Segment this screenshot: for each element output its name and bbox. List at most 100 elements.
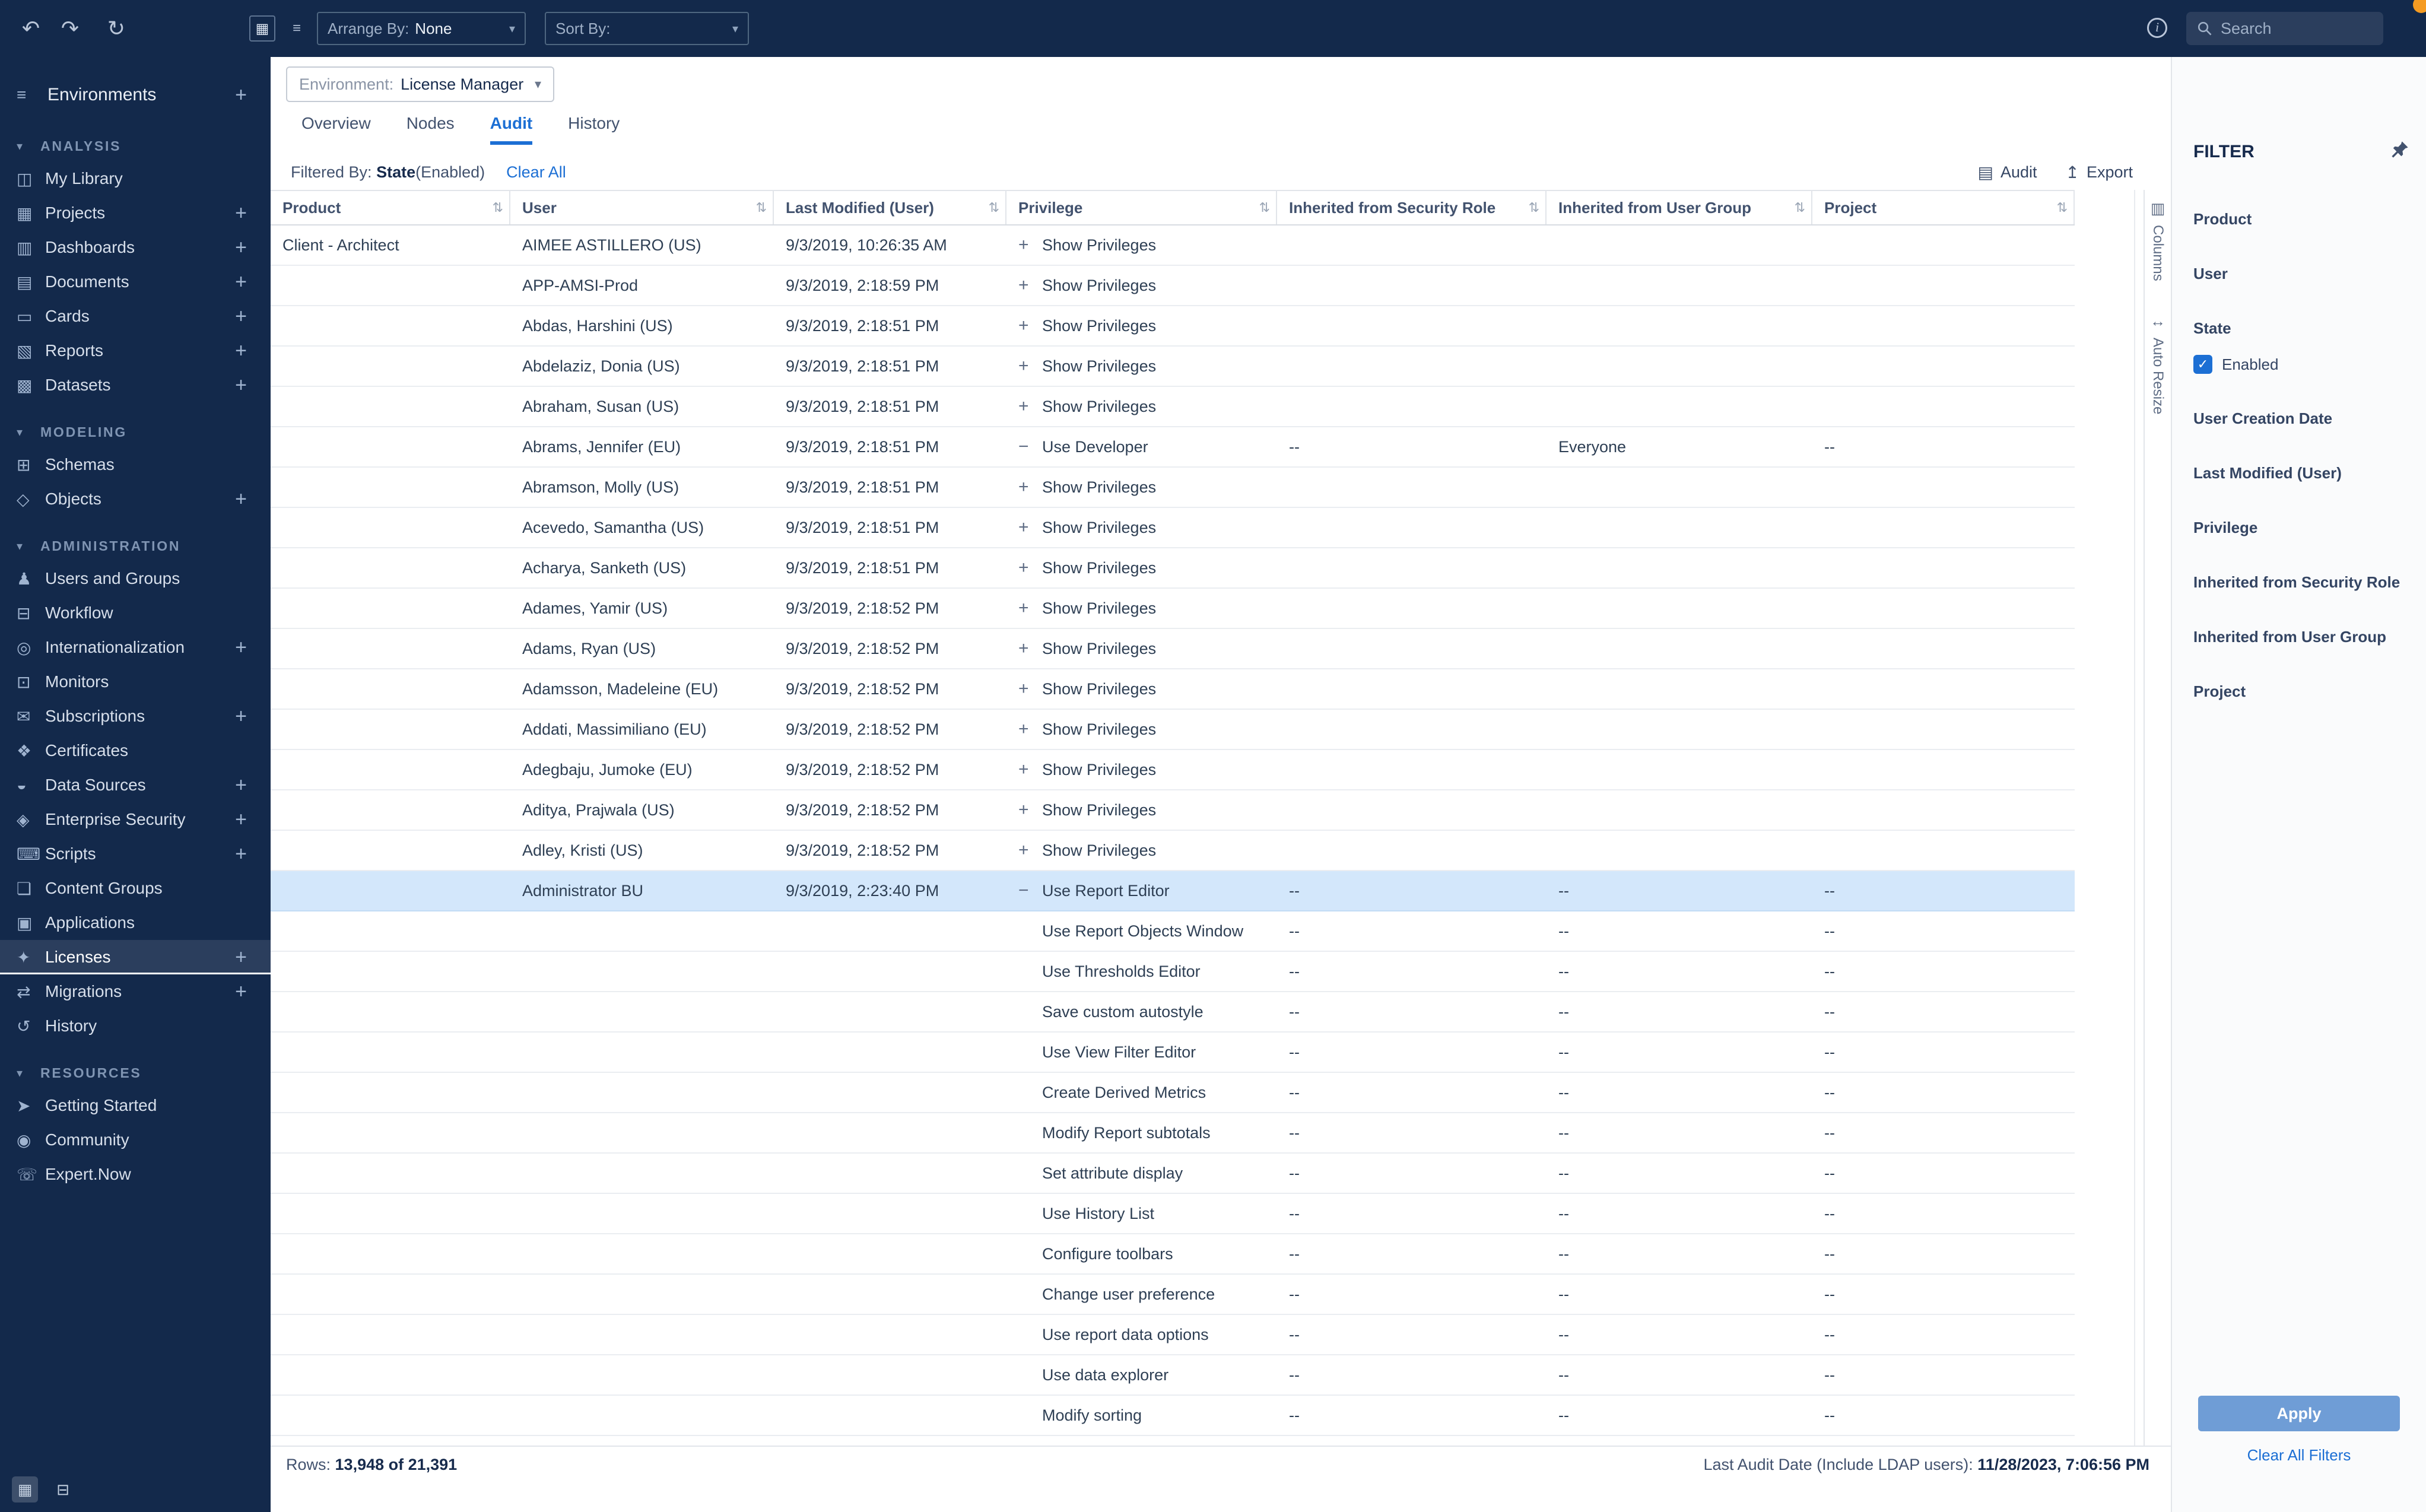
panel-toggle-columns[interactable]: ▥Columns: [2149, 199, 2166, 281]
sidebar-item-migrations[interactable]: ⇄Migrations+: [0, 974, 271, 1009]
column-header-inherited-from-security-role[interactable]: Inherited from Security Role⇅: [1277, 191, 1547, 224]
table-row[interactable]: Adegbaju, Jumoke (EU)9/3/2019, 2:18:52 P…: [271, 750, 2075, 790]
sort-icon[interactable]: ⇅: [1259, 200, 1270, 215]
collapse-icon[interactable]: −: [1018, 871, 1042, 910]
sidebar-item-content-groups[interactable]: ❏Content Groups: [0, 871, 271, 906]
sort-icon[interactable]: ⇅: [493, 200, 503, 215]
export-button[interactable]: ↥Export: [2065, 163, 2133, 182]
table-row[interactable]: Adamsson, Madeleine (EU)9/3/2019, 2:18:5…: [271, 669, 2075, 710]
expand-icon[interactable]: +: [1018, 790, 1042, 830]
tab-overview[interactable]: Overview: [301, 114, 371, 145]
expand-icon[interactable]: +: [1018, 831, 1042, 870]
table-row[interactable]: Aditya, Prajwala (US)9/3/2019, 2:18:52 P…: [271, 790, 2075, 831]
sidebar-item-monitors[interactable]: ⊡Monitors: [0, 665, 271, 699]
table-row[interactable]: Change user preference------: [271, 1275, 2075, 1315]
add-data-sources-button[interactable]: +: [230, 774, 252, 797]
table-row[interactable]: Acevedo, Samantha (US)9/3/2019, 2:18:51 …: [271, 508, 2075, 548]
filter-field-project[interactable]: Project: [2193, 681, 2414, 701]
clear-all-link[interactable]: Clear All: [506, 163, 566, 182]
add-scripts-button[interactable]: +: [230, 843, 252, 866]
filter-field-privilege[interactable]: Privilege: [2193, 517, 2414, 538]
add-environment-button[interactable]: +: [230, 84, 252, 107]
add-projects-button[interactable]: +: [230, 202, 252, 225]
expand-icon[interactable]: +: [1018, 266, 1042, 305]
add-dashboards-button[interactable]: +: [230, 236, 252, 259]
add-documents-button[interactable]: +: [230, 271, 252, 294]
table-row[interactable]: Addati, Massimiliano (EU)9/3/2019, 2:18:…: [271, 710, 2075, 750]
environment-dropdown[interactable]: Environment: License Manager ▾: [286, 66, 554, 102]
table-row[interactable]: Configure toolbars------: [271, 1234, 2075, 1275]
expand-icon[interactable]: +: [1018, 629, 1042, 668]
table-row[interactable]: Abraham, Susan (US)9/3/2019, 2:18:51 PM+…: [271, 387, 2075, 427]
expand-icon[interactable]: +: [1018, 508, 1042, 547]
column-header-privilege[interactable]: Privilege⇅: [1006, 191, 1277, 224]
sidebar-item-dashboards[interactable]: ▥Dashboards+: [0, 230, 271, 265]
redo-icon[interactable]: ↷: [58, 16, 82, 41]
sort-by-dropdown[interactable]: Sort By: ▾: [545, 12, 749, 45]
add-objects-button[interactable]: +: [230, 488, 252, 511]
expand-icon[interactable]: +: [1018, 589, 1042, 628]
tab-history[interactable]: History: [568, 114, 620, 145]
table-row[interactable]: Modify sorting------: [271, 1396, 2075, 1436]
checkbox-icon[interactable]: ✓: [2193, 355, 2212, 374]
filter-field-state[interactable]: State✓Enabled: [2193, 318, 2414, 374]
table-row[interactable]: Administrator BU9/3/2019, 2:23:40 PM−Use…: [271, 871, 2075, 911]
expand-icon[interactable]: +: [1018, 710, 1042, 749]
sidebar-section-analysis[interactable]: ▾ANALYSIS: [0, 131, 271, 161]
table-row[interactable]: Adams, Ryan (US)9/3/2019, 2:18:52 PM+Sho…: [271, 629, 2075, 669]
sidebar-item-applications[interactable]: ▣Applications: [0, 906, 271, 940]
audit-button[interactable]: ▤Audit: [1977, 163, 2037, 182]
filter-field-inherited-from-user-group[interactable]: Inherited from User Group: [2193, 627, 2414, 647]
add-migrations-button[interactable]: +: [230, 980, 252, 1003]
expand-icon[interactable]: +: [1018, 548, 1042, 587]
table-row[interactable]: Use data explorer------: [271, 1355, 2075, 1396]
sidebar-item-documents[interactable]: ▤Documents+: [0, 265, 271, 299]
sidebar-item-datasets[interactable]: ▩Datasets+: [0, 368, 271, 402]
table-row[interactable]: Save custom autostyle------: [271, 992, 2075, 1033]
sidebar-section-modeling[interactable]: ▾MODELING: [0, 417, 271, 447]
expand-icon[interactable]: +: [1018, 347, 1042, 386]
column-header-product[interactable]: Product⇅: [271, 191, 510, 224]
table-row[interactable]: Modify Report subtotals------: [271, 1113, 2075, 1154]
filter-field-last-modified-user[interactable]: Last Modified (User): [2193, 463, 2414, 483]
sidebar-item-objects[interactable]: ◇Objects+: [0, 482, 271, 516]
table-row[interactable]: Abdas, Harshini (US)9/3/2019, 2:18:51 PM…: [271, 306, 2075, 347]
sort-icon[interactable]: ⇅: [756, 200, 767, 215]
add-reports-button[interactable]: +: [230, 339, 252, 363]
table-row[interactable]: Adley, Kristi (US)9/3/2019, 2:18:52 PM+S…: [271, 831, 2075, 871]
arrange-by-dropdown[interactable]: Arrange By: None ▾: [317, 12, 526, 45]
tab-audit[interactable]: Audit: [490, 114, 533, 145]
table-row[interactable]: Use report data options------: [271, 1315, 2075, 1355]
sidebar-item-expert-now[interactable]: ☏Expert.Now: [0, 1157, 271, 1192]
grid-view-icon[interactable]: ▦: [249, 15, 275, 42]
add-internationalization-button[interactable]: +: [230, 636, 252, 659]
sidebar-item-environments[interactable]: ≡ Environments +: [0, 74, 271, 116]
undo-icon[interactable]: ↶: [19, 16, 43, 41]
filter-field-user-creation-date[interactable]: User Creation Date: [2193, 408, 2414, 428]
filter-field-product[interactable]: Product: [2193, 209, 2414, 229]
sidebar-item-certificates[interactable]: ❖Certificates: [0, 733, 271, 768]
sort-icon[interactable]: ⇅: [2057, 200, 2068, 215]
expand-icon[interactable]: +: [1018, 468, 1042, 507]
filter-field-user[interactable]: User: [2193, 263, 2414, 284]
sort-icon[interactable]: ⇅: [989, 200, 999, 215]
add-datasets-button[interactable]: +: [230, 374, 252, 397]
sidebar-item-workflow[interactable]: ⊟Workflow: [0, 596, 271, 630]
column-header-user[interactable]: User⇅: [510, 191, 774, 224]
tab-nodes[interactable]: Nodes: [407, 114, 455, 145]
sidebar-item-getting-started[interactable]: ➤Getting Started: [0, 1088, 271, 1123]
table-row[interactable]: Use History List------: [271, 1194, 2075, 1234]
add-cards-button[interactable]: +: [230, 305, 252, 328]
expand-icon[interactable]: +: [1018, 669, 1042, 709]
expand-icon[interactable]: +: [1018, 387, 1042, 426]
add-licenses-button[interactable]: +: [230, 946, 252, 969]
table-row[interactable]: Create Derived Metrics------: [271, 1073, 2075, 1113]
sidebar-item-my-library[interactable]: ◫My Library: [0, 161, 271, 196]
column-header-last-modified-user[interactable]: Last Modified (User)⇅: [774, 191, 1006, 224]
table-row[interactable]: Client - ArchitectAIMEE ASTILLERO (US)9/…: [271, 225, 2075, 266]
apply-button[interactable]: Apply: [2198, 1396, 2400, 1431]
sidebar-item-schemas[interactable]: ⊞Schemas: [0, 447, 271, 482]
table-row[interactable]: APP-AMSI-Prod9/3/2019, 2:18:59 PM+Show P…: [271, 266, 2075, 306]
sort-icon[interactable]: ⇅: [1795, 200, 1805, 215]
search-input[interactable]: Search: [2186, 12, 2383, 45]
